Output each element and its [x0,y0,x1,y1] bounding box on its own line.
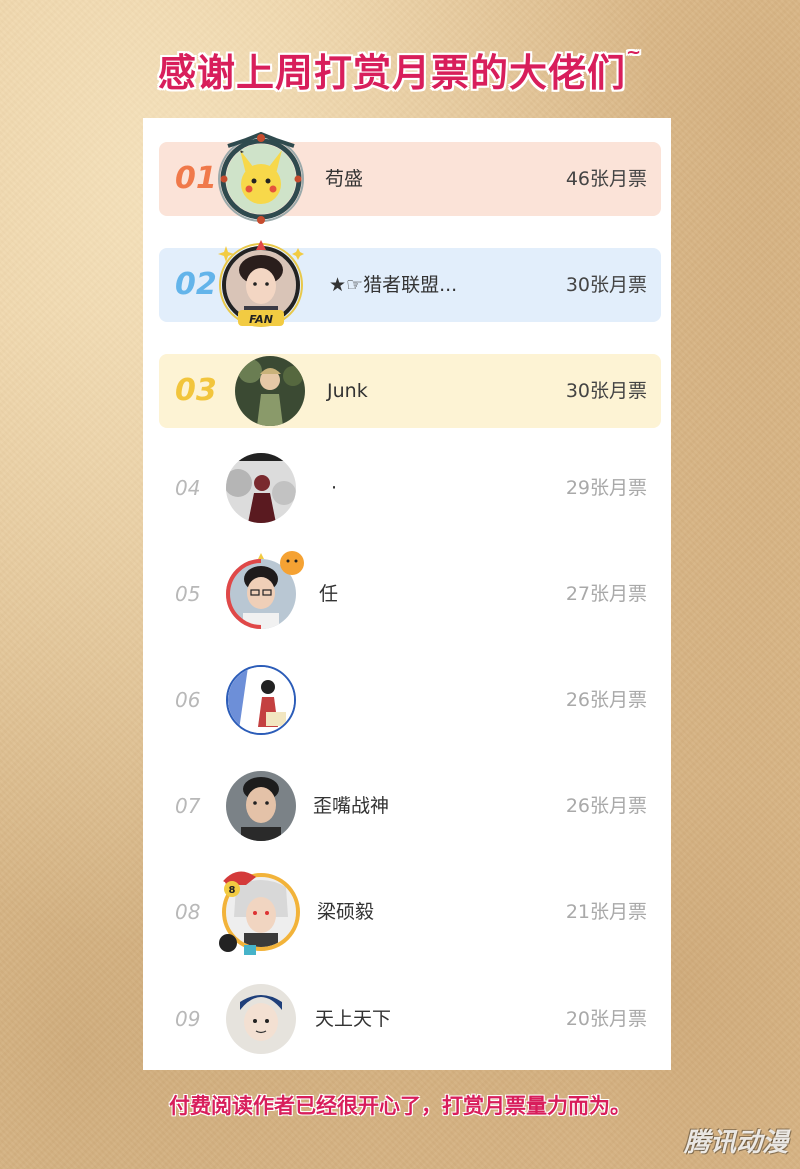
leaderboard-row[interactable]: 09 天上天下 20张月票 [159,982,661,1056]
rank-number: 02 [175,267,217,302]
username: Junk [327,380,368,402]
vote-count: 30张月票 [565,380,647,402]
watermark-logo: 腾讯动漫 [683,1128,788,1158]
character-avatar-icon[interactable] [235,356,305,426]
leaderboard-card: 01 苟盛 46张月票 02 FAN ★☞猎者联盟... 30张月票 03 Ju… [143,118,671,1070]
leaderboard-row[interactable]: 08 8 梁硕毅 21张月票 [159,871,661,955]
username: 歪嘴战神 [313,795,390,817]
username: 天上天下 [315,1008,392,1030]
title-text: 感谢上周打赏月票的大佬们 [157,51,626,95]
anime-avatar-icon[interactable] [226,877,296,947]
rank-number: 06 [175,688,201,712]
username: ★☞猎者联盟... [329,274,458,296]
username: 梁硕毅 [317,901,375,923]
leaderboard-row[interactable]: 07 歪嘴战神 26张月票 [159,769,661,843]
leaderboard-row[interactable]: 04 · 29张月票 [159,451,661,525]
footer-note: 付费阅读作者已经很开心了，打赏月票量力而为。 [169,1094,631,1118]
person-avatar-icon[interactable] [226,771,296,841]
vote-count: 20张月票 [565,1008,647,1030]
rank-number: 07 [175,794,201,818]
vote-count: 26张月票 [565,795,647,817]
rank-number: 05 [175,582,201,606]
rank-number: 09 [175,1007,201,1031]
username: 任 [319,583,339,605]
leaderboard-row[interactable]: 05 任 27张月票 [159,551,661,631]
cartoon-avatar-icon[interactable] [226,984,296,1054]
pikachu-avatar-icon[interactable] [226,144,296,214]
illustration-avatar-icon[interactable] [226,665,296,735]
person-avatar-icon[interactable] [226,559,296,629]
rank-number: 03 [175,373,217,408]
person-avatar-icon[interactable] [226,250,296,320]
username: · [331,477,338,499]
rank-number: 08 [175,900,201,924]
leaderboard-row[interactable]: 06 26张月票 [159,663,661,737]
vote-count: 30张月票 [565,274,647,296]
leaderboard-row[interactable]: 01 苟盛 46张月票 [159,132,661,224]
figure-avatar-icon[interactable] [226,453,296,523]
leaderboard-row[interactable]: 03 Junk 30张月票 [159,354,661,428]
vote-count: 27张月票 [565,583,647,605]
username: 苟盛 [325,168,364,190]
rank-number: 01 [175,161,217,196]
rank-number: 04 [175,476,201,500]
vote-count: 29张月票 [565,477,647,499]
vote-count: 46张月票 [565,168,647,190]
leaderboard-row[interactable]: 02 FAN ★☞猎者联盟... 30张月票 [159,240,661,327]
vote-count: 26张月票 [565,689,647,711]
title-suffix: ~ [625,42,643,63]
page-title: 感谢上周打赏月票的大佬们~ [0,42,800,97]
vote-count: 21张月票 [565,901,647,923]
